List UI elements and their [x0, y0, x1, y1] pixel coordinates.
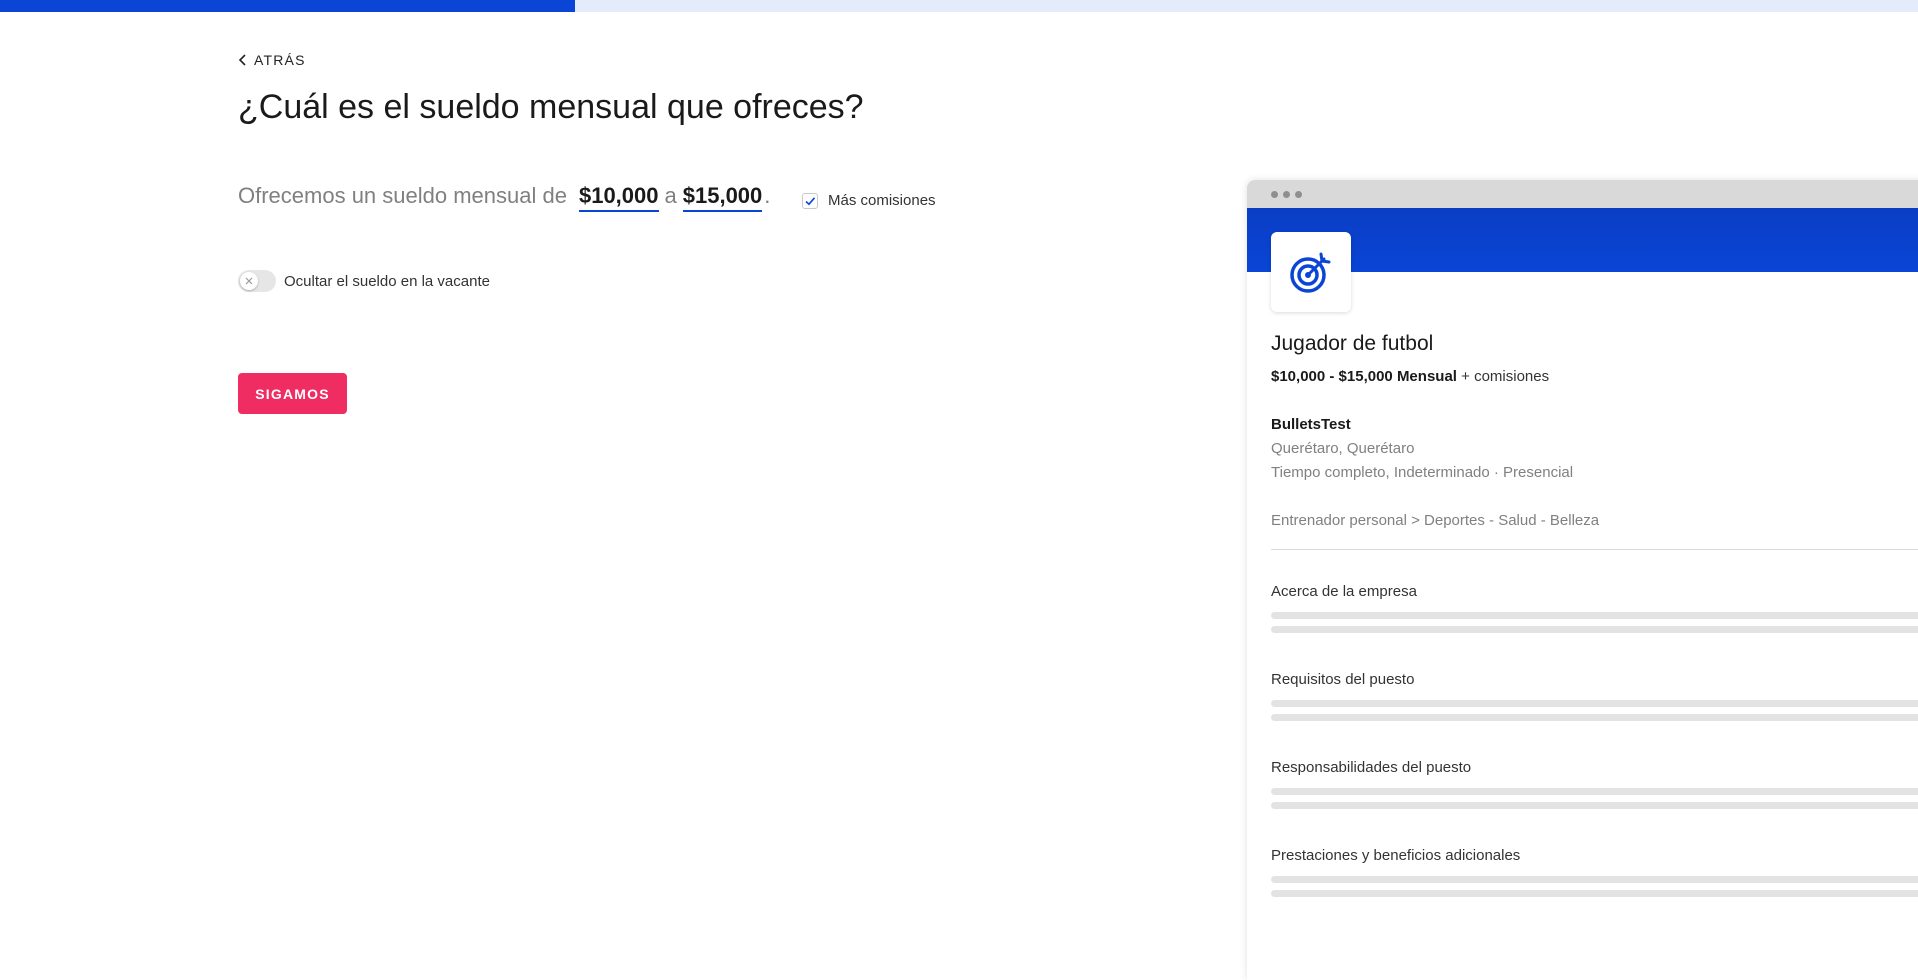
salary-sentence: Ofrecemos un sueldo mensual de $10,000 a…	[238, 183, 770, 212]
job-salary: $10,000 - $15,000 Mensual + comisiones	[1271, 368, 1549, 385]
page-title: ¿Cuál es el sueldo mensual que ofreces?	[238, 88, 864, 126]
job-location: Querétaro, Querétaro	[1271, 440, 1415, 457]
preview-section: Acerca de la empresa	[1271, 583, 1918, 640]
job-type: Tiempo completo, Indeterminado · Presenc…	[1271, 464, 1574, 481]
skeleton-line	[1271, 626, 1918, 633]
job-category: Entrenador personal > Deportes - Salud -…	[1271, 512, 1600, 529]
preview-section: Responsabilidades del puesto	[1271, 759, 1918, 816]
hide-salary-toggle[interactable]	[238, 270, 276, 292]
company-name: BulletsTest	[1271, 416, 1351, 433]
preview-section: Requisitos del puesto	[1271, 671, 1918, 728]
commission-label: Más comisiones	[828, 192, 936, 209]
hide-salary-option: Ocultar el sueldo en la vacante	[238, 270, 490, 292]
progress-fill	[0, 0, 576, 12]
skeleton-line	[1271, 714, 1918, 721]
section-title: Prestaciones y beneficios adicionales	[1271, 847, 1521, 864]
back-label: ATRÁS	[254, 52, 306, 68]
section-title: Acerca de la empresa	[1271, 583, 1417, 600]
salary-min-input[interactable]: $10,000	[578, 183, 659, 212]
salary-max-input[interactable]: $15,000	[682, 183, 763, 212]
section-title: Requisitos del puesto	[1271, 671, 1415, 688]
divider	[1271, 549, 1918, 550]
job-title: Jugador de futbol	[1271, 332, 1434, 355]
salary-connector: a	[664, 183, 677, 208]
commission-option[interactable]: Más comisiones	[802, 192, 936, 209]
skeleton-line	[1271, 890, 1918, 897]
preview-section: Prestaciones y beneficios adicionales	[1271, 847, 1918, 904]
window-dot	[1283, 190, 1290, 198]
skeleton-line	[1271, 876, 1918, 883]
salary-prefix: Ofrecemos un sueldo mensual de	[238, 183, 567, 208]
progress-track	[0, 0, 1918, 12]
salary-suffix: .	[764, 183, 771, 208]
continue-button[interactable]: SIGAMOS	[238, 373, 347, 414]
job-salary-range: $10,000 - $15,000 Mensual	[1271, 368, 1457, 385]
company-logo	[1271, 232, 1351, 312]
skeleton-line	[1271, 788, 1918, 795]
skeleton-line	[1271, 612, 1918, 619]
close-icon	[245, 277, 253, 285]
window-dot	[1295, 190, 1302, 198]
check-icon	[805, 196, 816, 205]
chevron-left-icon	[238, 54, 246, 66]
job-salary-extra: + comisiones	[1461, 368, 1550, 385]
skeleton-line	[1271, 802, 1918, 809]
target-icon	[1290, 252, 1331, 293]
skeleton-line	[1271, 700, 1918, 707]
hide-salary-label: Ocultar el sueldo en la vacante	[284, 272, 490, 290]
section-title: Responsabilidades del puesto	[1271, 759, 1472, 776]
back-link[interactable]: ATRÁS	[238, 52, 306, 68]
toggle-knob	[240, 272, 258, 290]
job-preview-card: Jugador de futbol $10,000 - $15,000 Mens…	[1247, 180, 1918, 980]
preview-window-bar	[1247, 180, 1918, 208]
window-dot	[1271, 190, 1278, 198]
commission-checkbox[interactable]	[802, 192, 818, 209]
